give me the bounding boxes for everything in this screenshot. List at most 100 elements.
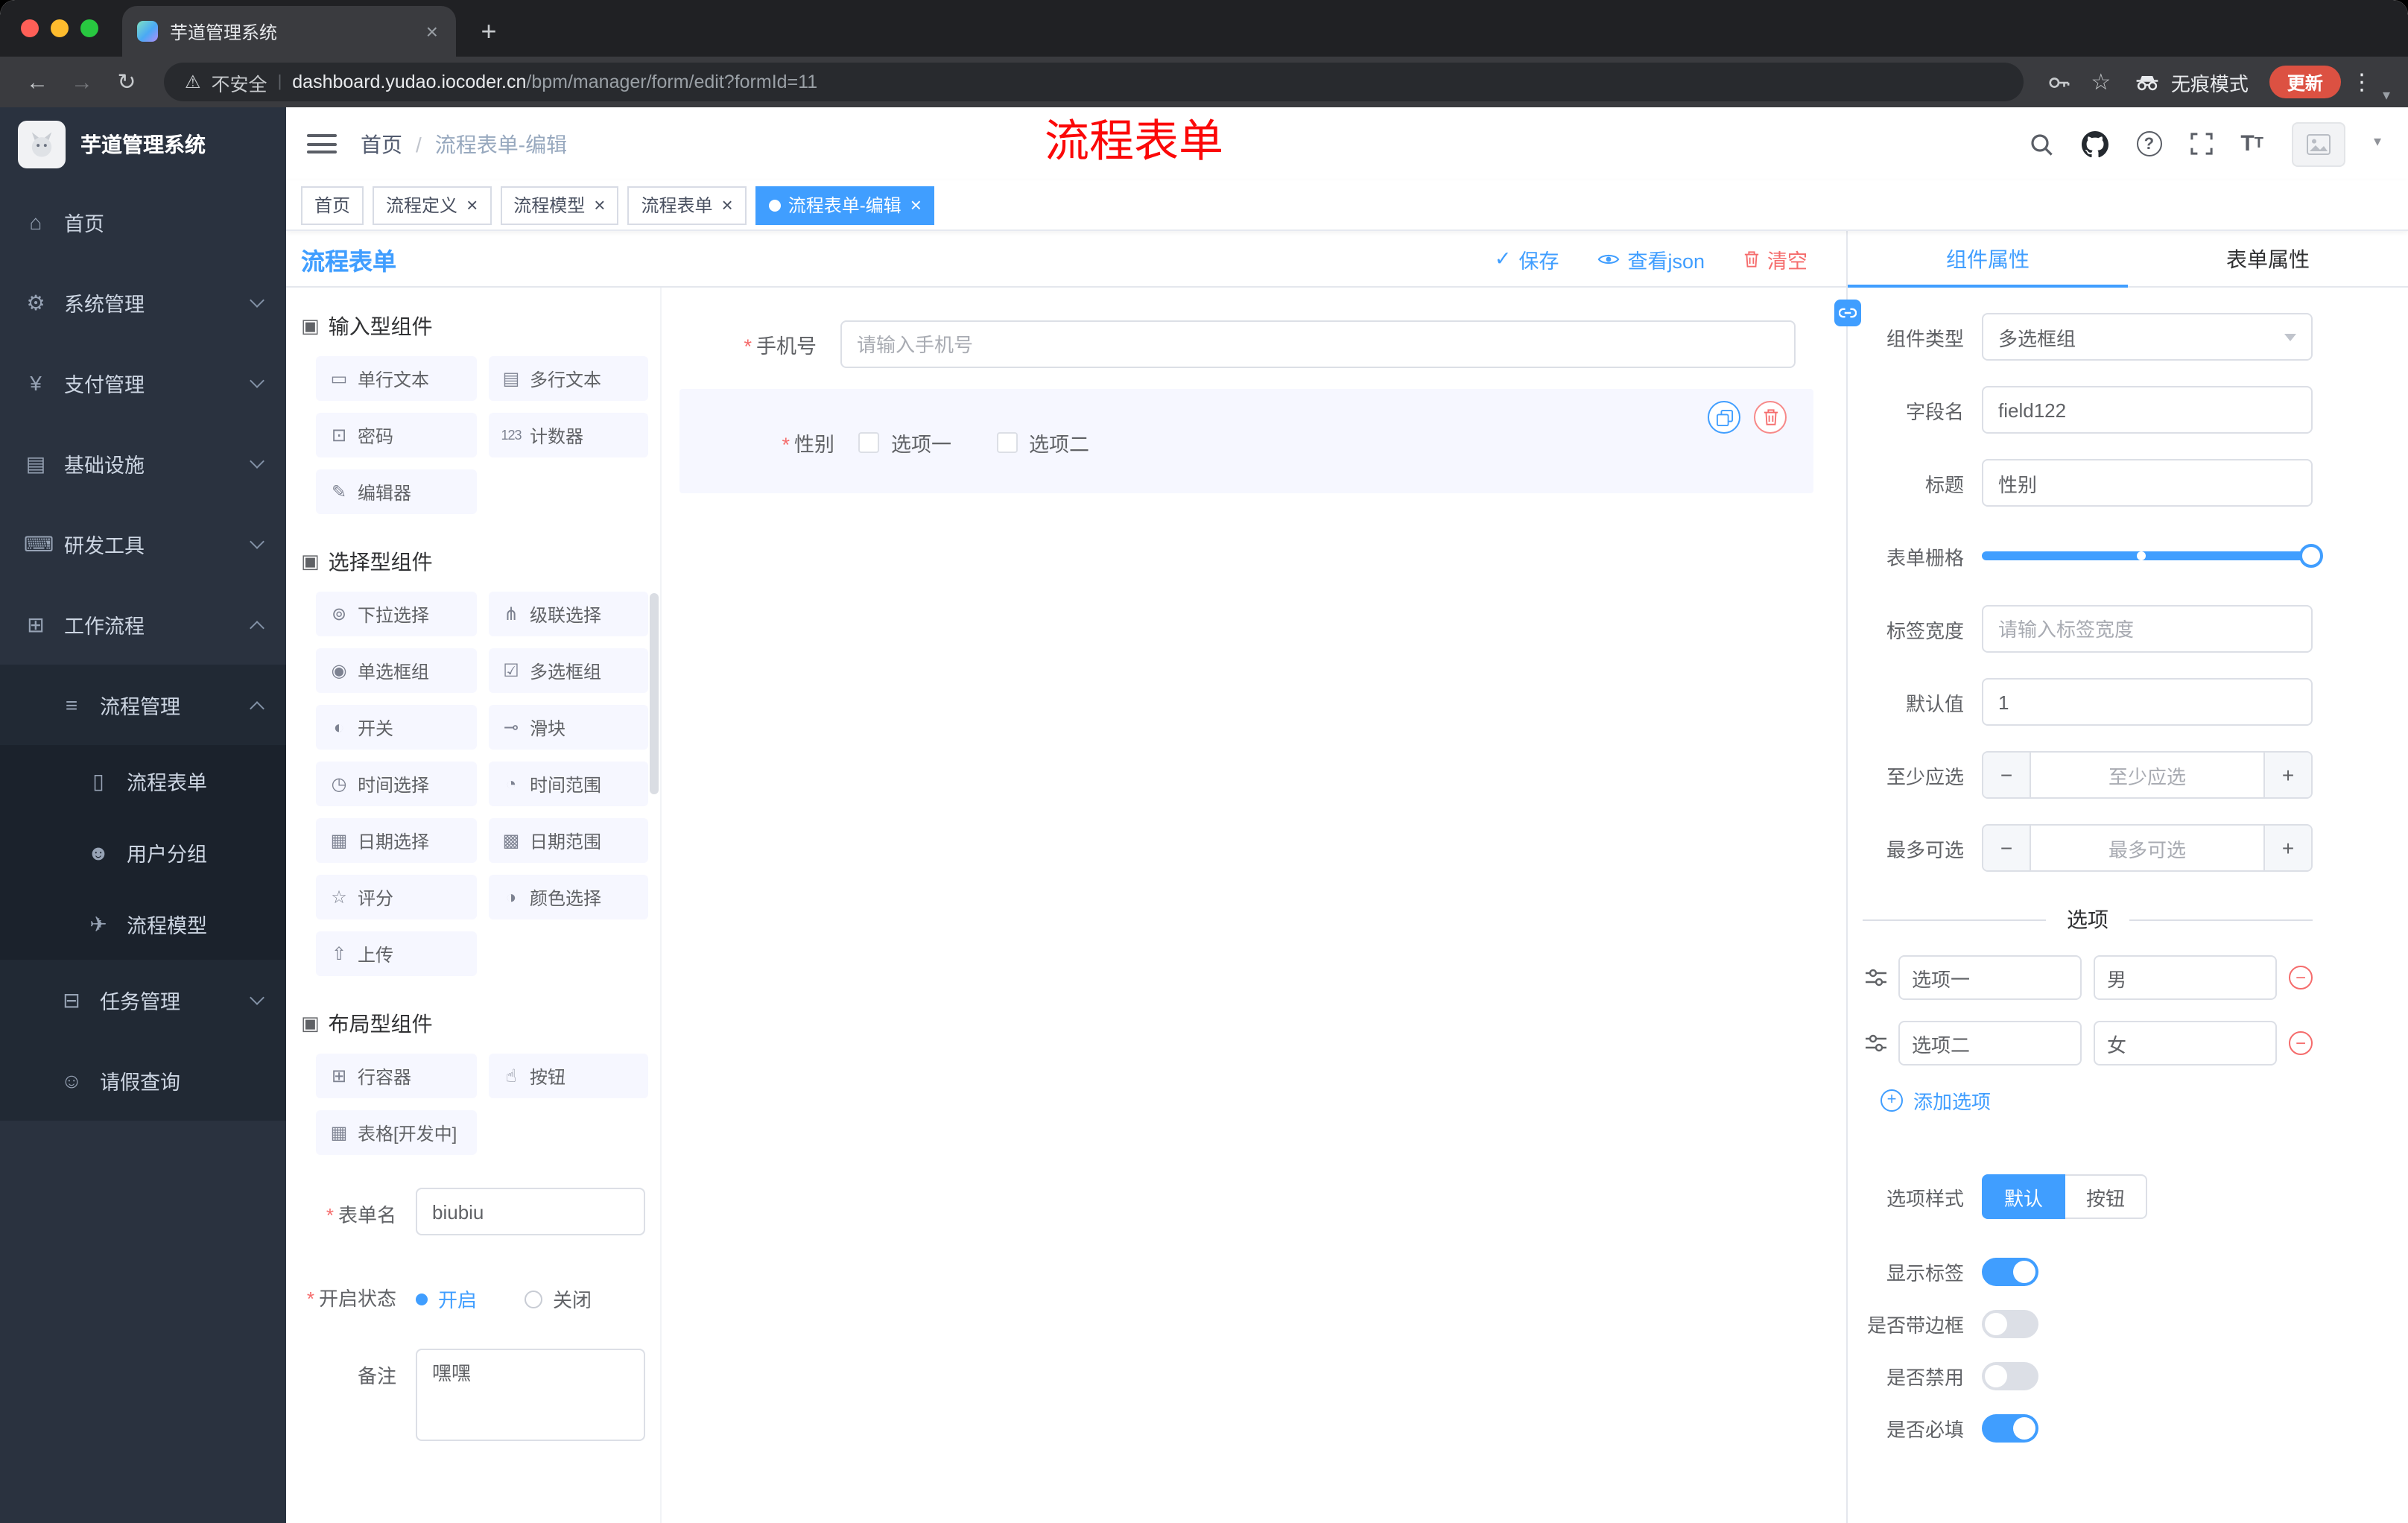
gender-option-1-checkbox[interactable]: 选项一 xyxy=(858,428,951,457)
palette-item-time-picker[interactable]: ◷ 时间选择 xyxy=(316,762,476,806)
fullscreen-icon[interactable] xyxy=(2190,133,2212,155)
sidebar-item-workflow[interactable]: ⊞ 工作流程 xyxy=(0,584,286,665)
close-window-button[interactable] xyxy=(21,19,39,37)
option-value-input[interactable] xyxy=(2094,955,2277,1000)
palette-item-password[interactable]: ⊡ 密码 xyxy=(316,413,476,457)
palette-item-radio-group[interactable]: ◉ 单选框组 xyxy=(316,648,476,693)
phone-field[interactable]: 手机号 xyxy=(679,320,1813,368)
tag-process-model[interactable]: 流程模型 × xyxy=(500,186,619,224)
back-button[interactable]: ← xyxy=(18,63,57,101)
max-select-value[interactable]: 最多可选 xyxy=(2031,826,2263,870)
palette-item-editor[interactable]: ✎ 编辑器 xyxy=(316,469,476,514)
breadcrumb-home[interactable]: 首页 xyxy=(361,129,402,159)
option-style-button-button[interactable]: 按钮 xyxy=(2065,1174,2148,1219)
tab-form-properties[interactable]: 表单属性 xyxy=(2128,231,2408,286)
browser-tab[interactable]: 芋道管理系统 × xyxy=(122,6,456,57)
tag-close-icon[interactable]: × xyxy=(466,195,478,215)
add-option-button[interactable]: + 添加选项 xyxy=(1881,1086,1991,1115)
chevron-down-icon[interactable]: ▾ xyxy=(2383,88,2390,107)
phone-field-input[interactable] xyxy=(840,320,1796,368)
tag-home[interactable]: 首页 xyxy=(301,186,364,224)
link-grip-icon[interactable] xyxy=(1834,300,1861,326)
show-label-switch[interactable] xyxy=(1982,1257,2038,1285)
gender-option-2-checkbox[interactable]: 选项二 xyxy=(996,428,1089,457)
palette-item-time-range[interactable]: ◔ 时间范围 xyxy=(488,762,648,806)
copy-button[interactable] xyxy=(1708,401,1740,434)
sidebar-item-process-model[interactable]: ✈ 流程模型 xyxy=(0,888,286,960)
sidebar-item-system[interactable]: ⚙ 系统管理 xyxy=(0,262,286,343)
palette-item-date-range[interactable]: ▩ 日期范围 xyxy=(488,818,648,863)
tag-close-icon[interactable]: × xyxy=(594,195,605,215)
increase-button[interactable]: + xyxy=(2263,753,2311,797)
drag-handle-icon[interactable] xyxy=(1866,969,1886,987)
tag-process-form-edit[interactable]: 流程表单-编辑 × xyxy=(755,186,935,224)
drag-handle-icon[interactable] xyxy=(1866,1034,1886,1052)
browser-menu-button[interactable]: ⋮ xyxy=(2347,69,2377,95)
slider-handle[interactable] xyxy=(2299,544,2323,568)
tag-process-form[interactable]: 流程表单 × xyxy=(627,186,747,224)
sidebar-item-user-group[interactable]: ☻ 用户分组 xyxy=(0,817,286,888)
palette-item-checkbox-group[interactable]: ☑ 多选框组 xyxy=(488,648,648,693)
required-switch[interactable] xyxy=(1982,1413,2038,1442)
sidebar-item-task-management[interactable]: ⊟ 任务管理 xyxy=(0,960,286,1040)
new-tab-button[interactable]: + xyxy=(468,10,510,52)
sidebar-item-devtools[interactable]: ⌨ 研发工具 xyxy=(0,504,286,584)
form-name-input[interactable] xyxy=(416,1188,645,1235)
min-select-value[interactable]: 至少应选 xyxy=(2031,753,2263,797)
clear-button[interactable]: 清空 xyxy=(1743,244,1807,273)
delete-button[interactable] xyxy=(1754,401,1787,434)
sidebar-item-infrastructure[interactable]: ▤ 基础设施 xyxy=(0,423,286,504)
palette-item-single-line-text[interactable]: ▭ 单行文本 xyxy=(316,356,476,401)
sidebar-item-payment[interactable]: ¥ 支付管理 xyxy=(0,343,286,423)
tab-component-properties[interactable]: 组件属性 xyxy=(1848,231,2128,288)
status-off-radio[interactable]: 关闭 xyxy=(525,1285,592,1313)
increase-button[interactable]: + xyxy=(2263,826,2311,870)
palette-item-table[interactable]: ▦ 表格[开发中] xyxy=(316,1110,476,1155)
palette-item-switch[interactable]: ◐ 开关 xyxy=(316,705,476,750)
palette-item-slider[interactable]: ⊸ 滑块 xyxy=(488,705,648,750)
tab-close-icon[interactable]: × xyxy=(423,19,441,43)
zoom-window-button[interactable] xyxy=(80,19,98,37)
default-value-input[interactable] xyxy=(1982,678,2313,726)
remark-textarea[interactable]: 嘿嘿 xyxy=(416,1349,645,1441)
remove-option-button[interactable]: − xyxy=(2289,966,2313,990)
palette-item-cascader[interactable]: ⋔ 级联选择 xyxy=(488,592,648,636)
hamburger-button[interactable] xyxy=(307,128,337,159)
tag-close-icon[interactable]: × xyxy=(910,195,922,215)
sidebar-item-process-form[interactable]: ▯ 流程表单 xyxy=(0,745,286,817)
github-icon[interactable] xyxy=(2081,130,2108,157)
title-input[interactable] xyxy=(1982,459,2313,507)
update-button[interactable]: 更新 xyxy=(2269,66,2341,98)
label-width-input[interactable] xyxy=(1982,605,2313,653)
palette-item-rate[interactable]: ☆ 评分 xyxy=(316,875,476,919)
palette-item-select[interactable]: ⊚ 下拉选择 xyxy=(316,592,476,636)
forward-button[interactable]: → xyxy=(63,63,101,101)
bookmark-star-icon[interactable]: ☆ xyxy=(2083,64,2119,100)
password-key-icon[interactable] xyxy=(2041,64,2077,100)
gender-field-selected[interactable]: 性别 选项一 选项二 xyxy=(679,389,1813,493)
palette-item-button[interactable]: ☝ 按钮 xyxy=(488,1054,648,1098)
form-grid-slider[interactable] xyxy=(1982,532,2323,580)
palette-item-color-picker[interactable]: ◑ 颜色选择 xyxy=(488,875,648,919)
avatar[interactable] xyxy=(2291,121,2345,166)
option-value-input[interactable] xyxy=(2094,1021,2277,1066)
save-button[interactable]: ✓ 保存 xyxy=(1495,244,1559,273)
reload-button[interactable]: ↻ xyxy=(107,63,146,101)
palette-item-counter[interactable]: 123 计数器 xyxy=(488,413,648,457)
font-size-icon[interactable]: TT xyxy=(2240,133,2263,155)
tag-process-definition[interactable]: 流程定义 × xyxy=(373,186,492,224)
sidebar-item-leave-query[interactable]: ☺ 请假查询 xyxy=(0,1040,286,1121)
avatar-caret-icon[interactable]: ▾ xyxy=(2374,134,2381,153)
palette-item-row-container[interactable]: ⊞ 行容器 xyxy=(316,1054,476,1098)
palette-item-date-picker[interactable]: ▦ 日期选择 xyxy=(316,818,476,863)
option-style-default-button[interactable]: 默认 xyxy=(1982,1174,2066,1219)
field-name-input[interactable] xyxy=(1982,386,2313,434)
tag-close-icon[interactable]: × xyxy=(722,195,733,215)
remove-option-button[interactable]: − xyxy=(2289,1031,2313,1055)
status-on-radio[interactable]: 开启 xyxy=(416,1285,477,1313)
address-bar[interactable]: ⚠ 不安全 | dashboard.yudao.iocoder.cn/bpm/m… xyxy=(164,63,2024,101)
palette-item-upload[interactable]: ⇧ 上传 xyxy=(316,931,476,976)
minimize-window-button[interactable] xyxy=(51,19,69,37)
border-switch[interactable] xyxy=(1982,1309,2038,1337)
option-label-input[interactable] xyxy=(1898,1021,2082,1066)
